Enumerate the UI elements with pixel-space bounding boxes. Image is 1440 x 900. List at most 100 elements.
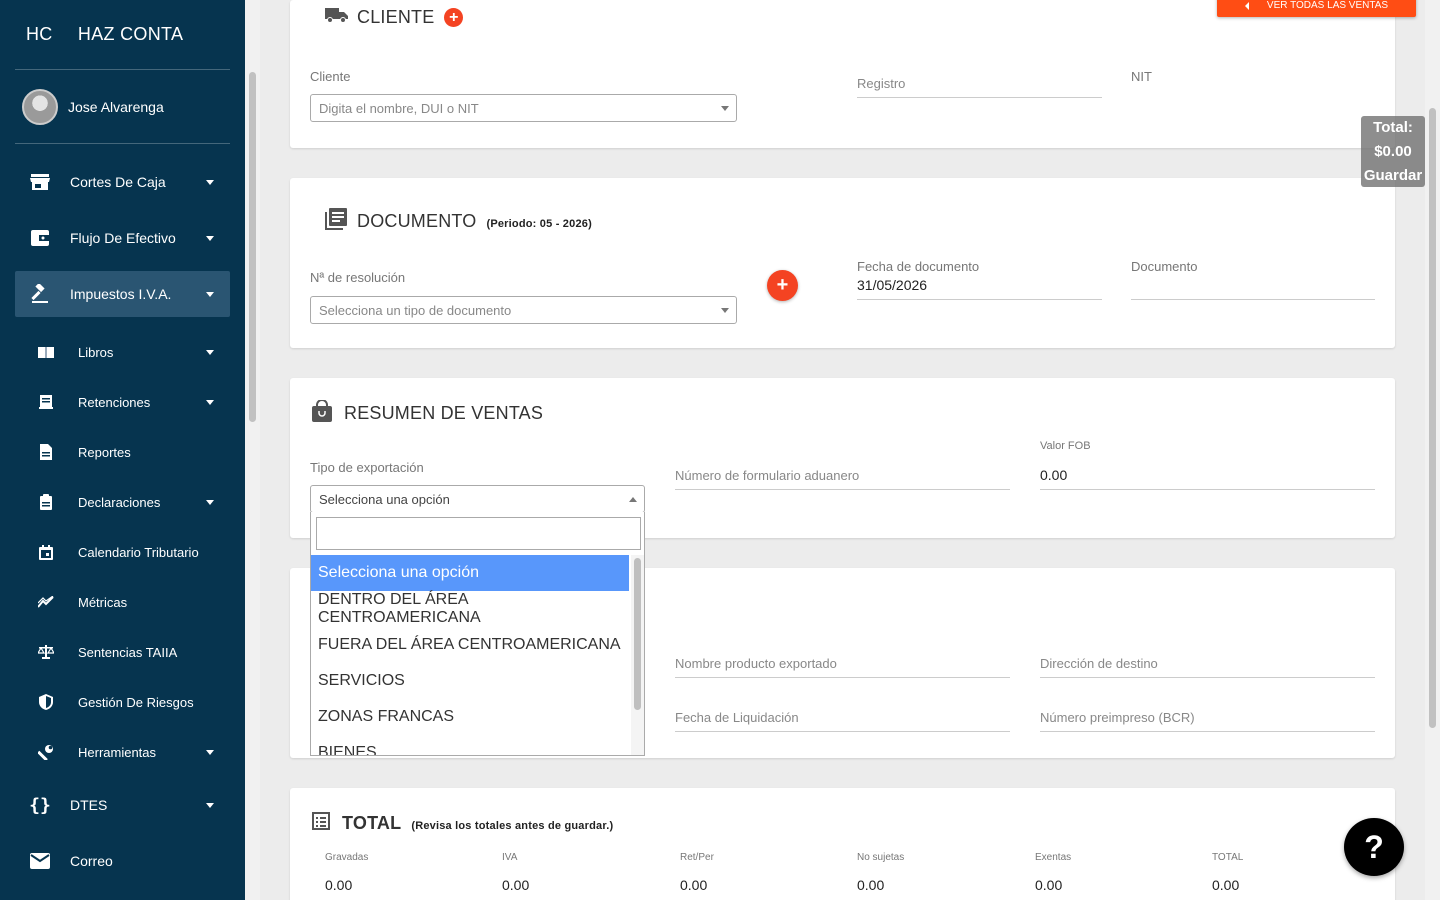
formulario-aduanero-label: Número de formulario aduanero — [675, 468, 860, 483]
sidebar-item-correo[interactable]: Correo — [15, 838, 230, 884]
documento-section-title: DOCUMENTO (Periodo: 05 - 2026) — [325, 208, 592, 235]
mail-icon — [29, 850, 51, 872]
fecha-liquidacion-label: Fecha de Liquidación — [675, 710, 799, 725]
ver-todas-ventas-label: VER TODAS LAS VENTAS — [1266, 0, 1389, 11]
user-profile[interactable]: Jose Alvarenga — [22, 89, 164, 125]
main-scrollbar-thumb[interactable] — [1429, 108, 1436, 728]
fecha-documento-field[interactable]: 31/05/2026 — [857, 272, 1102, 300]
total-col-value: 0.00 — [857, 877, 885, 893]
dropdown-option[interactable]: Selecciona una opción — [311, 555, 629, 591]
file-icon — [38, 444, 54, 460]
main-scrollbar[interactable] — [1425, 0, 1440, 900]
document-list-icon — [325, 208, 347, 235]
total-gravadas: Gravadas 0.00 — [325, 852, 368, 893]
tipo-exportacion-label: Tipo de exportación — [310, 460, 424, 475]
caret-left-icon — [1244, 2, 1249, 10]
dropdown-option[interactable]: BIENES — [311, 735, 629, 755]
trend-icon — [38, 594, 54, 610]
sidebar-subitem-herramientas[interactable]: Herramientas — [15, 732, 230, 772]
add-cliente-button[interactable]: + — [444, 8, 464, 27]
cliente-select[interactable]: Digita el nombre, DUI o NIT — [310, 94, 737, 122]
total-col-label: TOTAL — [1212, 852, 1244, 863]
sidebar-item-dtes[interactable]: {} DTES — [15, 782, 230, 828]
guardar-label: Guardar — [1363, 167, 1423, 184]
dropdown-scrollbar-thumb[interactable] — [634, 558, 641, 710]
sidebar-subitem-gestion-de-riesgos[interactable]: Gestión De Riesgos — [15, 682, 230, 722]
add-resolucion-button[interactable]: + — [767, 270, 798, 301]
caret-down-icon — [206, 292, 214, 297]
dropdown-options: Selecciona una opción DENTRO DEL ÁREA CE… — [311, 555, 629, 755]
sidebar-item-label: Herramientas — [78, 744, 157, 760]
tipo-exportacion-select[interactable]: Selecciona una opción — [310, 485, 645, 513]
formulario-aduanero-field[interactable]: Número de formulario aduanero — [675, 462, 1010, 490]
fecha-liquidacion-field[interactable]: Fecha de Liquidación — [675, 704, 1010, 732]
cliente-title: CLIENTE — [357, 7, 435, 27]
caret-down-icon — [206, 500, 214, 505]
brand-name: HAZ CONTA — [77, 24, 184, 44]
sidebar-subitem-retenciones[interactable]: Retenciones — [15, 382, 230, 422]
nit-label: NIT — [1131, 69, 1152, 84]
total-col-value: 0.00 — [502, 877, 530, 893]
total-save-badge[interactable]: Total: $0.00 Guardar — [1361, 116, 1425, 187]
help-button[interactable]: ? — [1344, 818, 1404, 876]
numero-preimpreso-label: Número preimpreso (BCR) — [1040, 710, 1195, 725]
dropdown-scrollbar[interactable] — [631, 555, 644, 755]
cliente-section-title: CLIENTE + — [325, 6, 464, 29]
documento-field[interactable] — [1131, 272, 1375, 300]
sidebar-subitem-reportes[interactable]: Reportes — [15, 432, 230, 472]
total-col-label: Exentas — [1035, 852, 1072, 863]
sidebar-subitem-libros[interactable]: Libros — [15, 332, 230, 372]
sidebar-subitem-metricas[interactable]: Métricas — [15, 582, 230, 622]
sidebar-item-label: Sentencias TAIIA — [78, 644, 178, 660]
registro-field[interactable]: Registro — [857, 70, 1102, 98]
avatar — [22, 89, 58, 125]
direccion-destino-label: Dirección de destino — [1040, 656, 1158, 671]
sidebar-subitem-declaraciones[interactable]: Declaraciones — [15, 482, 230, 522]
dropdown-option[interactable]: ZONAS FRANCAS — [311, 699, 629, 735]
chevron-down-icon — [721, 106, 729, 111]
divider — [15, 69, 230, 70]
caret-down-icon — [206, 236, 214, 241]
total-ret-per: Ret/Per 0.00 — [680, 852, 714, 893]
documento-title: DOCUMENTO — [357, 211, 477, 231]
dropdown-option[interactable]: SERVICIOS — [311, 663, 629, 699]
total-no-sujetas: No sujetas 0.00 — [857, 852, 904, 893]
book-icon — [38, 344, 54, 360]
sidebar-item-cortes-de-caja[interactable]: Cortes De Caja — [15, 159, 230, 205]
total-col-value: 0.00 — [325, 877, 353, 893]
sidebar-subitem-sentencias-taiia[interactable]: Sentencias TAIIA — [15, 632, 230, 672]
total-note: (Revisa los totales antes de guardar.) — [411, 819, 614, 832]
resolucion-select[interactable]: Selecciona un tipo de documento — [310, 296, 737, 324]
producto-exportado-field[interactable]: Nombre producto exportado — [675, 650, 1010, 678]
sidebar-item-label: Libros — [78, 344, 114, 360]
sidebar-item-flujo-de-efectivo[interactable]: Flujo De Efectivo — [15, 215, 230, 261]
total-col-label: No sujetas — [857, 852, 905, 863]
user-name: Jose Alvarenga — [68, 99, 164, 115]
total-card: TOTAL (Revisa los totales antes de guard… — [290, 788, 1395, 900]
dropdown-option[interactable]: DENTRO DEL ÁREA CENTROAMERICANA — [311, 591, 629, 627]
dropdown-search-input[interactable] — [316, 517, 641, 550]
valor-fob-value: 0.00 — [1040, 467, 1068, 483]
caret-down-icon — [206, 400, 214, 405]
truck-icon — [325, 6, 349, 29]
sidebar-item-label: Retenciones — [78, 394, 151, 410]
total-col-value: 0.00 — [1212, 877, 1240, 893]
shopping-bag-icon — [312, 399, 332, 427]
total-col-label: Gravadas — [325, 852, 369, 863]
ver-todas-ventas-button[interactable]: VER TODAS LAS VENTAS — [1217, 0, 1416, 17]
total-title: TOTAL — [342, 813, 402, 833]
valor-fob-field[interactable]: 0.00 — [1040, 462, 1375, 490]
documento-card: DOCUMENTO (Periodo: 05 - 2026) Nª de res… — [290, 178, 1395, 348]
dropdown-option[interactable]: FUERA DEL ÁREA CENTROAMERICANA — [311, 627, 629, 663]
sidebar-scrollbar-thumb[interactable] — [249, 72, 256, 422]
sidebar-subitem-calendario-tributario[interactable]: Calendario Tributario — [15, 532, 230, 572]
direccion-destino-field[interactable]: Dirección de destino — [1040, 650, 1375, 678]
sidebar-scrollbar[interactable] — [245, 0, 260, 900]
sidebar: HC HAZ CONTA Jose Alvarenga Cortes De Ca… — [0, 0, 260, 900]
fecha-documento-value: 31/05/2026 — [857, 277, 928, 293]
numero-preimpreso-field[interactable]: Número preimpreso (BCR) — [1040, 704, 1375, 732]
cliente-label: Cliente — [310, 69, 351, 84]
brand-logo[interactable]: HC HAZ CONTA — [26, 24, 183, 45]
gavel-icon — [29, 283, 51, 305]
sidebar-item-impuestos-iva[interactable]: Impuestos I.V.A. — [15, 271, 230, 317]
